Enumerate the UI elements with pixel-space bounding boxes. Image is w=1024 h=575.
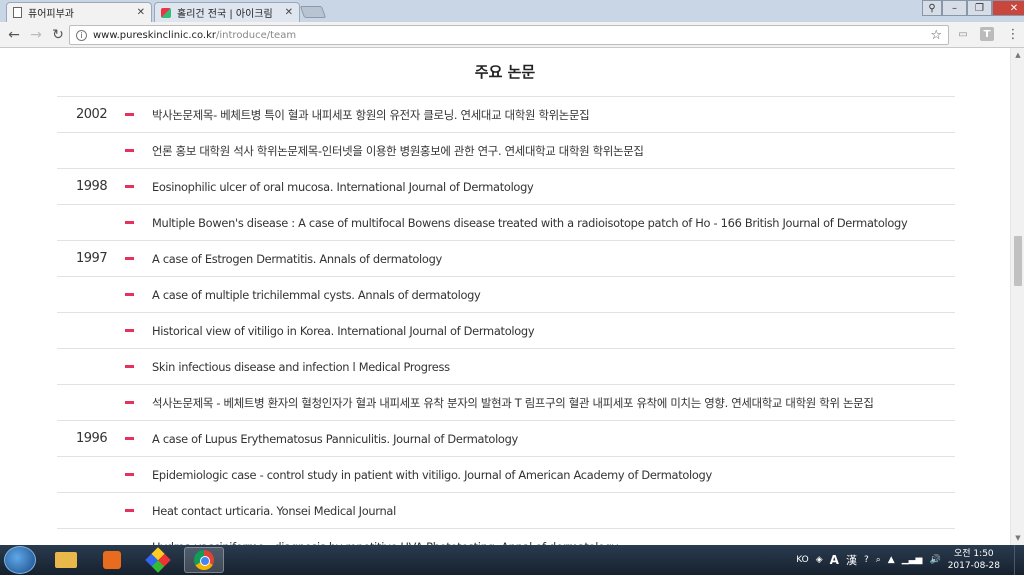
paper-title: Multiple Bowen's disease : A case of mul… bbox=[152, 215, 908, 230]
bookmark-star-icon[interactable]: ☆ bbox=[930, 28, 942, 43]
app-taskbar-button[interactable] bbox=[138, 547, 178, 573]
page-content: 주요 논문 2002 박사논문제목- 베체트병 특이 혈과 내피세포 항원의 유전… bbox=[0, 48, 1010, 545]
paper-row: Historical view of vitiligo in Korea. In… bbox=[57, 313, 955, 349]
user-icon[interactable]: ⚲ bbox=[922, 0, 942, 16]
media-player-taskbar-button[interactable] bbox=[92, 547, 132, 573]
paper-row: A case of multiple trichilemmal cysts. A… bbox=[57, 277, 955, 313]
tab-pureskin[interactable]: 퓨어피부과 ✕ bbox=[6, 2, 152, 22]
reload-icon[interactable]: ↻ bbox=[47, 24, 69, 46]
paper-row: Epidemiologic case - control study in pa… bbox=[57, 457, 955, 493]
bullet-dash-icon bbox=[125, 509, 134, 512]
bullet-dash-icon bbox=[125, 113, 134, 116]
tab-title: 퓨어피부과 bbox=[28, 9, 74, 20]
paper-row: 1998 Eosinophilic ulcer of oral mucosa. I… bbox=[57, 169, 955, 205]
paper-year: 2002 bbox=[76, 107, 108, 122]
media-player-icon bbox=[103, 551, 121, 569]
system-tray: KO ◈ A 漢 ? ⌕ ▲ ▁▃▅ 🔊 오전 1:50 2017-08-28 bbox=[796, 545, 1024, 575]
info-icon[interactable]: i bbox=[76, 29, 87, 41]
language-indicator[interactable]: KO bbox=[796, 555, 809, 565]
menu-icon[interactable]: ⋮ bbox=[1004, 25, 1022, 43]
maximize-button[interactable]: ❐ bbox=[967, 0, 992, 16]
paper-title: 석사논문제목 - 베체트병 환자의 혈청인자가 혈과 내피세포 유착 분자의 발… bbox=[152, 395, 874, 410]
paper-row: Skin infectious disease and infection l … bbox=[57, 349, 955, 385]
clock-time: 오전 1:50 bbox=[954, 549, 994, 559]
paper-title: Epidemiologic case - control study in pa… bbox=[152, 467, 712, 482]
tab-title: 홀리건 전국 | 아이크림 bbox=[177, 9, 273, 20]
tab-strip: 퓨어피부과 ✕ 홀리건 전국 | 아이크림 ✕ ⚲ – ❐ ✕ bbox=[0, 0, 1024, 22]
extension-icon[interactable]: ▭ bbox=[954, 25, 972, 43]
taskbar: KO ◈ A 漢 ? ⌕ ▲ ▁▃▅ 🔊 오전 1:50 2017-08-28 bbox=[0, 545, 1024, 575]
network-icon[interactable]: ▁▃▅ bbox=[902, 555, 923, 565]
ime-options-icon[interactable]: ⌕ bbox=[876, 555, 881, 565]
help-icon[interactable]: ? bbox=[864, 555, 869, 565]
shield-icon[interactable]: ◈ bbox=[816, 555, 823, 565]
paper-title: Skin infectious disease and infection l … bbox=[152, 359, 450, 374]
scroll-up-icon[interactable]: ▲ bbox=[1011, 48, 1024, 62]
minimize-button[interactable]: – bbox=[942, 0, 967, 16]
paper-year: 1996 bbox=[76, 431, 108, 446]
tray-expand-icon[interactable]: ▲ bbox=[888, 555, 895, 565]
close-window-button[interactable]: ✕ bbox=[992, 0, 1024, 16]
scroll-down-icon[interactable]: ▼ bbox=[1011, 531, 1024, 545]
start-button[interactable] bbox=[4, 546, 36, 574]
paper-row: Heat contact urticaria. Yonsei Medical J… bbox=[57, 493, 955, 529]
ime-hanja-indicator[interactable]: 漢 bbox=[846, 552, 857, 568]
translate-icon[interactable]: T bbox=[980, 27, 994, 41]
tab-holligan[interactable]: 홀리건 전국 | 아이크림 ✕ bbox=[154, 2, 300, 22]
paper-year: 1997 bbox=[76, 251, 108, 266]
bullet-dash-icon bbox=[125, 401, 134, 404]
clock[interactable]: 오전 1:50 2017-08-28 bbox=[948, 548, 1000, 572]
paper-title: A case of multiple trichilemmal cysts. A… bbox=[152, 287, 481, 302]
paper-title: Historical view of vitiligo in Korea. In… bbox=[152, 323, 535, 338]
paper-title: 박사논문제목- 베체트병 특이 혈과 내피세포 항원의 유전자 클로닝. 연세대… bbox=[152, 107, 590, 122]
bullet-dash-icon bbox=[125, 473, 134, 476]
paper-year: 1998 bbox=[76, 179, 108, 194]
paper-title: A case of Estrogen Dermatitis. Annals of… bbox=[152, 251, 442, 266]
paper-row: 1996 A case of Lupus Erythematosus Pannic… bbox=[57, 421, 955, 457]
chrome-icon bbox=[194, 550, 214, 570]
show-desktop-button[interactable] bbox=[1014, 545, 1024, 575]
paper-title: Heat contact urticaria. Yonsei Medical J… bbox=[152, 503, 396, 518]
ime-mode-indicator[interactable]: A bbox=[830, 553, 839, 567]
bullet-dash-icon bbox=[125, 185, 134, 188]
page-icon bbox=[13, 7, 22, 18]
close-tab-icon[interactable]: ✕ bbox=[137, 7, 145, 18]
chrome-taskbar-button[interactable] bbox=[184, 547, 224, 573]
favicon-icon bbox=[161, 7, 171, 18]
close-tab-icon[interactable]: ✕ bbox=[285, 7, 293, 18]
clock-date: 2017-08-28 bbox=[947, 561, 1000, 571]
bullet-dash-icon bbox=[125, 437, 134, 440]
bullet-dash-icon bbox=[125, 365, 134, 368]
paper-row: 석사논문제목 - 베체트병 환자의 혈청인자가 혈과 내피세포 유착 분자의 발… bbox=[57, 385, 955, 421]
forward-arrow-icon[interactable]: → bbox=[25, 24, 47, 46]
scrollbar-thumb[interactable] bbox=[1014, 236, 1022, 286]
bullet-dash-icon bbox=[125, 221, 134, 224]
paper-row: Multiple Bowen's disease : A case of mul… bbox=[57, 205, 955, 241]
bullet-dash-icon bbox=[125, 293, 134, 296]
paper-row: 2002 박사논문제목- 베체트병 특이 혈과 내피세포 항원의 유전자 클로닝.… bbox=[57, 97, 955, 133]
paper-title: Eosinophilic ulcer of oral mucosa. Inter… bbox=[152, 179, 534, 194]
paper-list: 2002 박사논문제목- 베체트병 특이 혈과 내피세포 항원의 유전자 클로닝.… bbox=[57, 96, 955, 545]
app-icon bbox=[145, 547, 171, 573]
paper-row: Hydroa vacciniforme : diagnosis by repet… bbox=[57, 529, 955, 546]
new-tab-button[interactable] bbox=[299, 6, 327, 18]
folder-icon bbox=[55, 552, 77, 568]
paper-title: A case of Lupus Erythematosus Panniculit… bbox=[152, 431, 518, 446]
paper-title: 언론 홍보 대학원 석사 학위논문제목-인터넷을 이용한 병원홍보에 관한 연구… bbox=[152, 143, 644, 158]
vertical-scrollbar[interactable]: ▲ ▼ bbox=[1010, 48, 1024, 545]
url-host: www.pureskinclinic.co.kr bbox=[93, 29, 217, 41]
paper-row: 언론 홍보 대학원 석사 학위논문제목-인터넷을 이용한 병원홍보에 관한 연구… bbox=[57, 133, 955, 169]
back-arrow-icon[interactable]: ← bbox=[3, 24, 25, 46]
browser-toolbar: ← → ↻ i www.pureskinclinic.co.kr/introdu… bbox=[0, 22, 1024, 48]
bullet-dash-icon bbox=[125, 149, 134, 152]
url-path: /introduce/team bbox=[216, 29, 297, 41]
bullet-dash-icon bbox=[125, 329, 134, 332]
explorer-taskbar-button[interactable] bbox=[46, 547, 86, 573]
section-title: 주요 논문 bbox=[474, 63, 536, 81]
paper-row: 1997 A case of Estrogen Dermatitis. Annal… bbox=[57, 241, 955, 277]
bullet-dash-icon bbox=[125, 257, 134, 260]
address-bar[interactable]: i www.pureskinclinic.co.kr/introduce/tea… bbox=[69, 25, 949, 45]
volume-icon[interactable]: 🔊 bbox=[929, 555, 940, 565]
